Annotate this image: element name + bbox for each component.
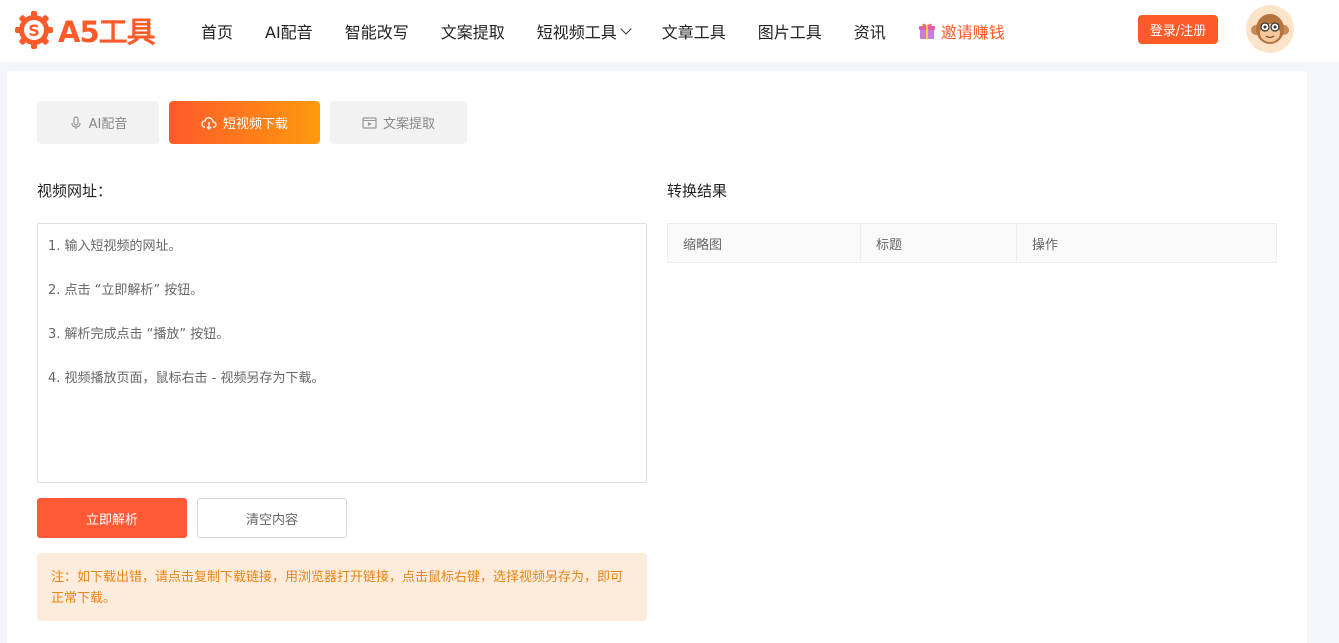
nav-item-news[interactable]: 资讯 <box>854 19 886 43</box>
nav-item-smart-rewrite[interactable]: 智能改写 <box>345 19 409 43</box>
microphone-icon <box>71 115 81 129</box>
site-logo[interactable]: S A5工具 <box>13 9 156 51</box>
download-note: 注：如下载出错，请点击复制下载链接，用浏览器打开链接，点击鼠标右键，选择视频另存… <box>37 553 647 621</box>
nav-item-text-extract[interactable]: 文案提取 <box>441 19 505 43</box>
column-thumbnail: 缩略图 <box>668 224 861 262</box>
tab-text-extract[interactable]: 文案提取 <box>330 101 467 144</box>
tab-short-video-download-label: 短视频下载 <box>222 117 288 132</box>
nav-item-invite[interactable]: 邀请赚钱 <box>918 19 1005 43</box>
logo-text: A5工具 <box>58 15 156 49</box>
instruction-line: 4. 视频播放页面，鼠标右击 - 视频另存为下载。 <box>48 371 325 386</box>
nav-item-short-video-tools[interactable]: 短视频工具 <box>536 19 632 43</box>
video-url-label: 视频网址： <box>37 182 113 200</box>
nav-item-home[interactable]: 首页 <box>201 19 233 43</box>
tab-ai-voice[interactable]: AI配音 <box>37 101 159 144</box>
login-register-button[interactable]: 登录/注册 <box>1138 15 1218 44</box>
clear-button[interactable]: 清空内容 <box>197 498 347 538</box>
instruction-line: 2. 点击 “立即解析” 按钮。 <box>48 283 204 298</box>
logo-gear-icon: S <box>15 11 53 49</box>
result-table-header: 缩略图 标题 操作 <box>667 223 1277 263</box>
video-text-icon <box>362 117 377 129</box>
nav-item-image-tools[interactable]: 图片工具 <box>758 19 822 43</box>
main-card: AI配音 短视频下载 文案提取 视频网址： 转换结果 1. 输入短视频的网址。 … <box>7 71 1307 643</box>
monkey-avatar-icon <box>1246 5 1294 53</box>
column-actions: 操作 <box>1032 237 1059 253</box>
gift-icon <box>918 23 935 39</box>
tab-short-video-download[interactable]: 短视频下载 <box>169 101 320 144</box>
avatar[interactable] <box>1246 5 1294 53</box>
nav-item-short-video-tools-label: 短视频工具 <box>536 23 617 42</box>
nav-item-article-tools[interactable]: 文章工具 <box>662 19 726 43</box>
main-nav: 首页 AI配音 智能改写 文案提取 短视频工具 文章工具 图片工具 资讯 邀请赚… <box>201 0 1037 62</box>
nav-item-invite-label: 邀请赚钱 <box>940 23 1005 42</box>
instruction-line: 3. 解析完成点击 “播放” 按钮。 <box>48 327 230 342</box>
chevron-down-icon <box>620 22 632 35</box>
nav-item-ai-voice[interactable]: AI配音 <box>265 19 313 43</box>
cloud-download-icon <box>201 116 217 130</box>
top-header: S A5工具 首页 AI配音 智能改写 文案提取 短视频工具 文章工具 图片工具… <box>0 0 1339 62</box>
tool-tabs: AI配音 短视频下载 文案提取 <box>37 101 477 144</box>
tab-text-extract-label: 文案提取 <box>382 117 435 132</box>
parse-button[interactable]: 立即解析 <box>37 498 187 538</box>
column-title: 标题 <box>861 224 1017 262</box>
video-url-input[interactable]: 1. 输入短视频的网址。 2. 点击 “立即解析” 按钮。 3. 解析完成点击 … <box>37 223 647 483</box>
instruction-line: 1. 输入短视频的网址。 <box>48 239 182 254</box>
tab-ai-voice-label: AI配音 <box>88 117 128 132</box>
result-title: 转换结果 <box>667 182 728 200</box>
svg-text:S: S <box>28 21 40 40</box>
